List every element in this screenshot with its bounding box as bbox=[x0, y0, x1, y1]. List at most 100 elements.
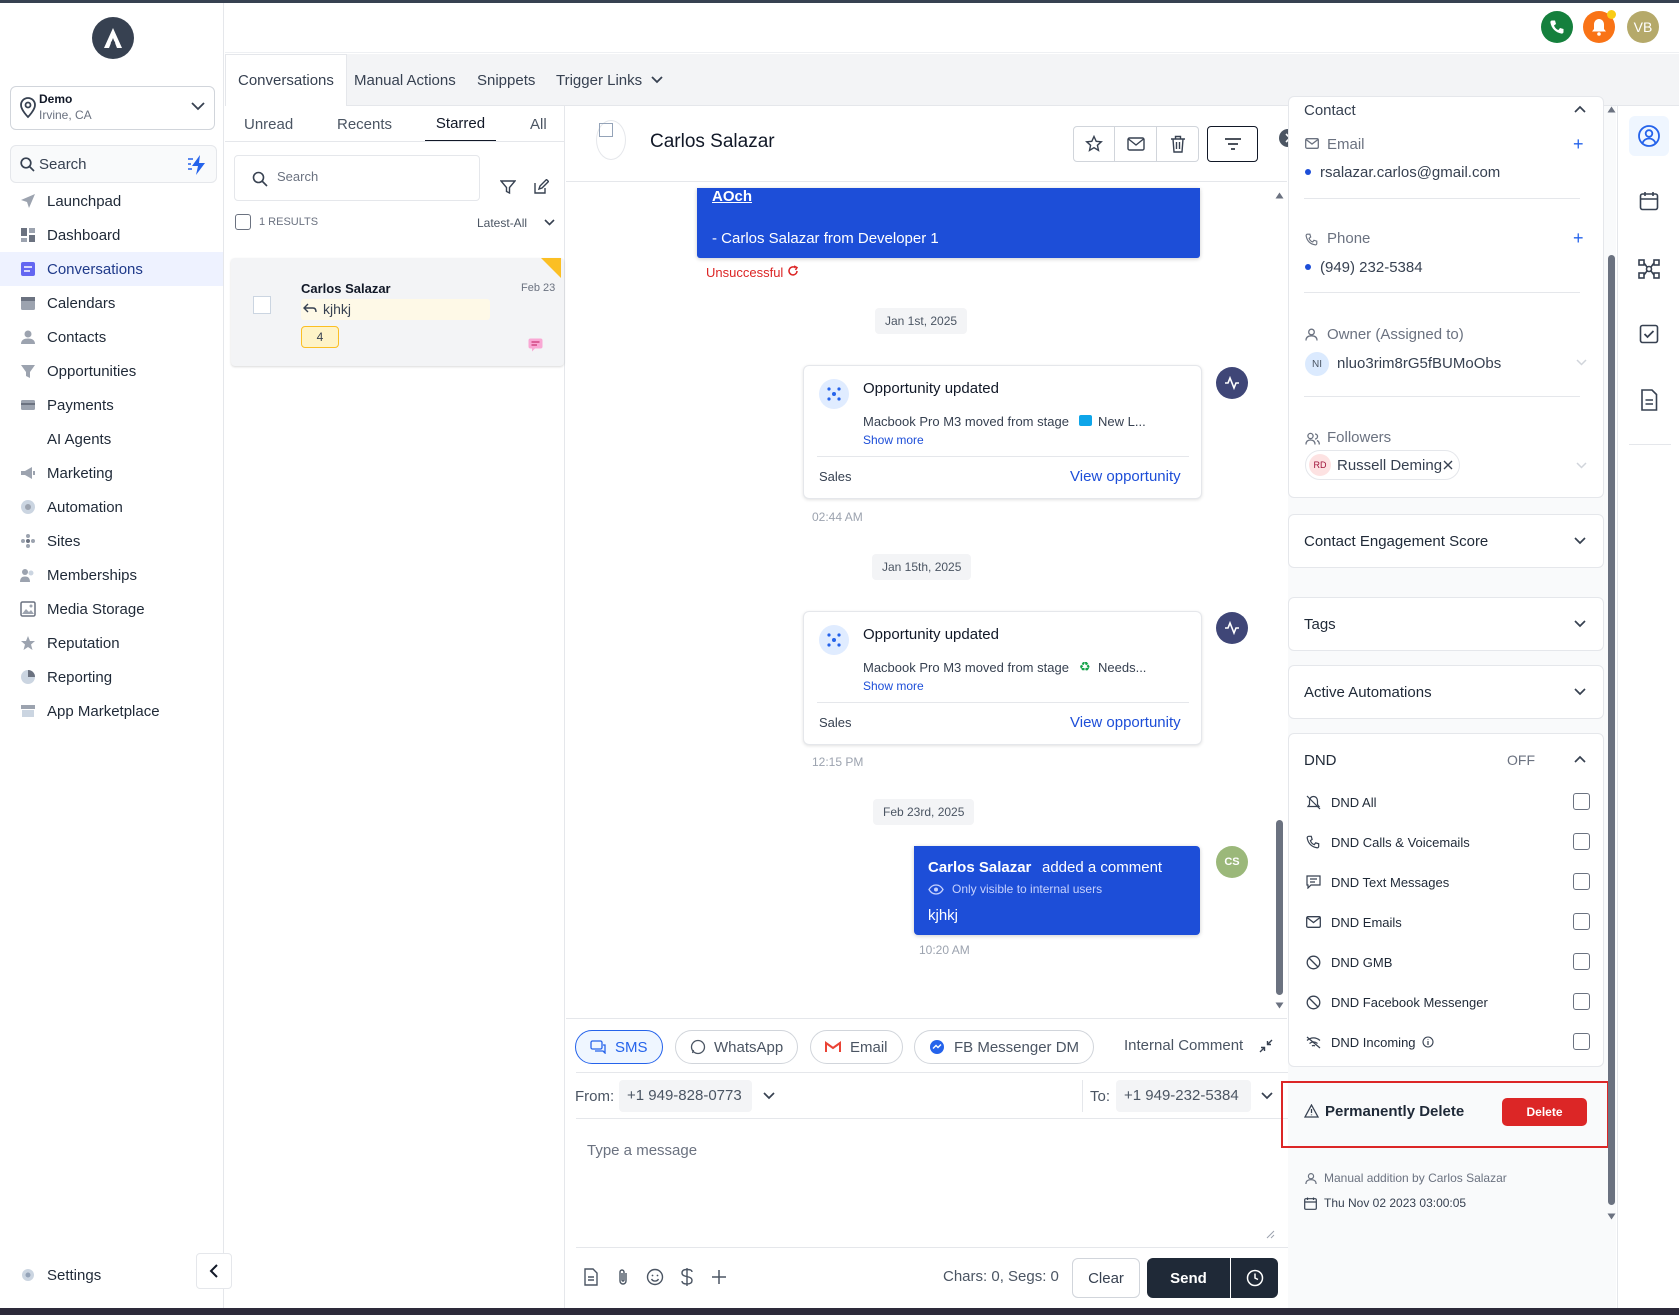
sidebar-item-contacts[interactable]: Contacts bbox=[0, 320, 223, 354]
sidebar-item-calendars[interactable]: Calendars bbox=[0, 286, 223, 320]
sidebar-item-launchpad[interactable]: Launchpad bbox=[0, 184, 223, 218]
dnd-incoming-checkbox[interactable] bbox=[1573, 1033, 1590, 1050]
retry-icon[interactable] bbox=[787, 265, 799, 277]
schedule-send-button[interactable] bbox=[1231, 1258, 1278, 1298]
dnd-all-checkbox[interactable] bbox=[1573, 793, 1590, 810]
send-button[interactable]: Send bbox=[1147, 1258, 1230, 1298]
channel-email[interactable]: Email bbox=[810, 1030, 903, 1064]
scroll-down-arrow-icon[interactable] bbox=[1607, 1213, 1616, 1220]
sidebar-item-opportunities[interactable]: Opportunities bbox=[0, 354, 223, 388]
payment-dollar-icon[interactable] bbox=[680, 1267, 694, 1287]
chevron-up-icon[interactable] bbox=[1574, 105, 1586, 113]
follower-chip[interactable]: RD Russell Deming bbox=[1305, 450, 1460, 480]
rail-notes-button[interactable] bbox=[1629, 380, 1669, 420]
mark-unread-button[interactable] bbox=[1115, 126, 1157, 162]
from-number-select[interactable]: +1 949-828-0773 bbox=[619, 1080, 752, 1112]
plus-icon[interactable] bbox=[711, 1269, 727, 1285]
contact-phone[interactable]: (949) 232-5384 bbox=[1320, 259, 1423, 276]
collapse-arrows-icon[interactable] bbox=[1259, 1039, 1273, 1053]
sidebar-item-media-storage[interactable]: Media Storage bbox=[0, 592, 223, 626]
filter-icon[interactable] bbox=[500, 179, 516, 195]
dnd-gmb-checkbox[interactable] bbox=[1573, 953, 1590, 970]
dnd-facebook-checkbox[interactable] bbox=[1573, 993, 1590, 1010]
channel-sms[interactable]: SMS bbox=[575, 1030, 663, 1064]
scroll-up-arrow-icon[interactable] bbox=[1275, 192, 1284, 199]
sidebar-item-app-marketplace[interactable]: App Marketplace bbox=[0, 694, 223, 728]
message-link[interactable]: AOch bbox=[712, 188, 752, 205]
chat-scrollbar-thumb[interactable] bbox=[1276, 820, 1283, 995]
app-logo-icon[interactable] bbox=[92, 17, 134, 59]
channel-fb-messenger[interactable]: FB Messenger DM bbox=[914, 1030, 1095, 1064]
chevron-down-icon[interactable] bbox=[1576, 359, 1587, 366]
channel-whatsapp[interactable]: WhatsApp bbox=[675, 1030, 799, 1064]
delete-contact-button[interactable]: Delete bbox=[1502, 1098, 1587, 1126]
subtab-starred[interactable]: Starred bbox=[425, 106, 496, 142]
to-number-select[interactable]: +1 949-232-5384 bbox=[1116, 1080, 1251, 1112]
sidebar-item-reporting[interactable]: Reporting bbox=[0, 660, 223, 694]
add-email-plus-icon[interactable]: + bbox=[1573, 135, 1584, 153]
scroll-down-arrow-icon[interactable] bbox=[1275, 1002, 1284, 1009]
show-more-link[interactable]: Show more bbox=[863, 433, 924, 447]
rail-appointments-button[interactable] bbox=[1629, 181, 1669, 221]
conversation-search-input[interactable]: Search bbox=[234, 155, 480, 201]
quick-actions-bolt-icon[interactable] bbox=[187, 154, 209, 176]
sidebar-item-marketing[interactable]: Marketing bbox=[0, 456, 223, 490]
sidebar-item-settings[interactable]: Settings bbox=[0, 1258, 223, 1292]
dnd-calls-checkbox[interactable] bbox=[1573, 833, 1590, 850]
gmail-icon bbox=[825, 1041, 841, 1053]
contact-email[interactable]: rsalazar.carlos@gmail.com bbox=[1320, 164, 1500, 181]
channel-internal-comment[interactable]: Internal Comment bbox=[1124, 1037, 1243, 1054]
remove-follower-x-icon[interactable] bbox=[1443, 460, 1453, 470]
rail-opportunities-button[interactable] bbox=[1629, 249, 1669, 289]
rail-contact-button[interactable] bbox=[1629, 116, 1669, 156]
message-textarea[interactable]: Type a message bbox=[576, 1124, 1278, 1242]
add-phone-plus-icon[interactable]: + bbox=[1573, 229, 1584, 247]
view-opportunity-link[interactable]: View opportunity bbox=[1070, 468, 1181, 485]
chevron-up-icon[interactable] bbox=[1574, 755, 1586, 763]
tab-trigger-links[interactable]: Trigger Links bbox=[556, 54, 663, 106]
calendar-icon bbox=[1639, 191, 1659, 211]
compose-icon[interactable] bbox=[533, 179, 549, 195]
panel-scrollbar-thumb[interactable] bbox=[1608, 255, 1615, 1205]
sidebar-item-automation[interactable]: Automation bbox=[0, 490, 223, 524]
clear-button[interactable]: Clear bbox=[1072, 1258, 1140, 1298]
delete-conversation-button[interactable] bbox=[1157, 126, 1199, 162]
owner-name[interactable]: nluo3rim8rG5fBUMoObs bbox=[1337, 355, 1501, 372]
snippet-icon[interactable] bbox=[583, 1268, 599, 1286]
chat-contact-name[interactable]: Carlos Salazar bbox=[650, 131, 775, 153]
subtab-recents[interactable]: Recents bbox=[337, 106, 392, 142]
sidebar-search[interactable]: Search bbox=[10, 145, 217, 183]
sidebar-item-conversations[interactable]: Conversations bbox=[0, 252, 223, 286]
location-switcher[interactable]: Demo Irvine, CA bbox=[10, 86, 215, 130]
star-button[interactable] bbox=[1073, 126, 1115, 162]
rail-tasks-button[interactable] bbox=[1629, 314, 1669, 354]
sort-dropdown[interactable]: Latest-All bbox=[477, 216, 527, 230]
resize-handle-icon[interactable] bbox=[1266, 1230, 1275, 1239]
attachment-icon[interactable] bbox=[616, 1268, 630, 1286]
emoji-icon[interactable] bbox=[646, 1268, 664, 1286]
subtab-all[interactable]: All bbox=[530, 106, 547, 142]
tab-conversations[interactable]: Conversations bbox=[225, 54, 347, 106]
phone-call-button[interactable] bbox=[1541, 11, 1573, 43]
conversation-item[interactable]: Carlos Salazar Feb 23 kjhkj 4 bbox=[231, 258, 564, 366]
sidebar-item-memberships[interactable]: Memberships bbox=[0, 558, 223, 592]
chevron-down-icon[interactable] bbox=[1576, 462, 1587, 469]
sidebar-item-dashboard[interactable]: Dashboard bbox=[0, 218, 223, 252]
subtab-unread[interactable]: Unread bbox=[244, 106, 293, 142]
dnd-emails-checkbox[interactable] bbox=[1573, 913, 1590, 930]
sidebar-item-payments[interactable]: Payments bbox=[0, 388, 223, 422]
filter-messages-button[interactable] bbox=[1207, 126, 1258, 162]
dnd-text-checkbox[interactable] bbox=[1573, 873, 1590, 890]
sidebar-item-reputation[interactable]: Reputation bbox=[0, 626, 223, 660]
sidebar-item-ai-agents[interactable]: AI Agents bbox=[0, 422, 223, 456]
show-more-link[interactable]: Show more bbox=[863, 679, 924, 693]
tab-manual-actions[interactable]: Manual Actions bbox=[354, 54, 456, 106]
scroll-up-arrow-icon[interactable] bbox=[1607, 106, 1616, 113]
sidebar-item-sites[interactable]: Sites bbox=[0, 524, 223, 558]
info-icon[interactable] bbox=[1421, 1036, 1434, 1048]
view-opportunity-link[interactable]: View opportunity bbox=[1070, 714, 1181, 731]
select-all-checkbox[interactable] bbox=[235, 214, 251, 230]
owner-label: Owner (Assigned to) bbox=[1327, 326, 1464, 343]
tab-snippets[interactable]: Snippets bbox=[477, 54, 535, 106]
user-avatar[interactable]: VB bbox=[1627, 11, 1659, 43]
